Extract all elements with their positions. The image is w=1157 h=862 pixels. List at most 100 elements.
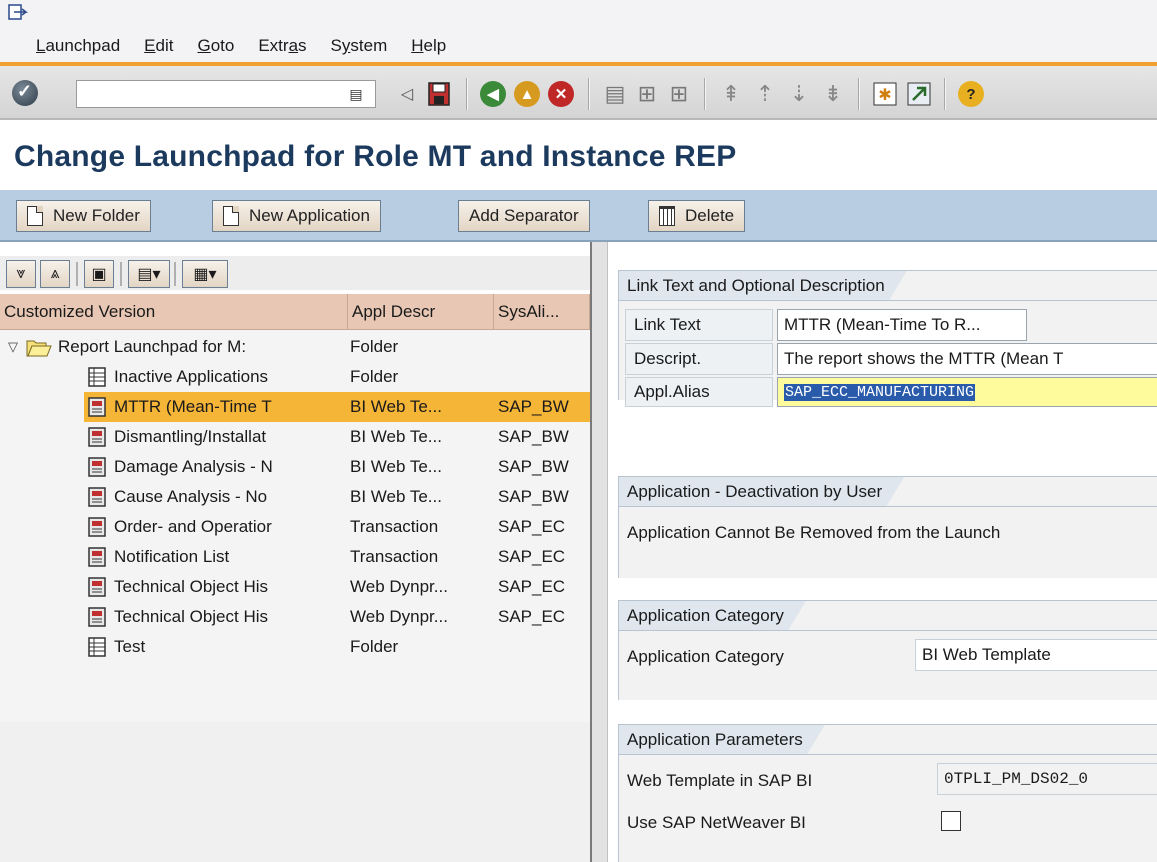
new-document-icon — [27, 206, 43, 226]
group-title: Application Parameters — [619, 725, 825, 755]
shortcut-icon[interactable] — [904, 78, 934, 110]
next-page-icon[interactable]: ⇣ — [784, 78, 814, 110]
web-template-label: Web Template in SAP BI — [627, 771, 813, 790]
appl-alias-label: Appl.Alias — [625, 377, 773, 407]
pane-splitter[interactable] — [590, 242, 608, 862]
tree-empty-area — [0, 722, 590, 862]
report-icon — [88, 397, 106, 417]
description-label: Descript. — [625, 343, 773, 375]
tree-node[interactable]: Cause Analysis - No BI Web Te... SAP_BW — [0, 482, 590, 512]
tree-node-selected[interactable]: MTTR (Mean-Time T BI Web Te... SAP_BW — [0, 392, 590, 422]
exit-icon[interactable]: ▲ — [512, 78, 542, 110]
find-next-icon[interactable]: ⊞ — [664, 78, 694, 110]
web-template-field[interactable]: 0TPLI_PM_DS02_0 — [937, 763, 1157, 795]
description-field[interactable]: The report shows the MTTR (Mean T — [777, 343, 1157, 375]
group-title: Application Category — [619, 601, 806, 631]
menu-bar: Launchpad Edit Goto Extras System Help — [0, 0, 1157, 62]
expand-all-icon[interactable]: ⩔ — [6, 260, 36, 288]
detail-pane: Link Text and Optional Description Link … — [608, 242, 1157, 862]
first-page-icon[interactable]: ⇞ — [716, 78, 746, 110]
delete-button[interactable]: Delete — [648, 200, 746, 232]
find-icon[interactable]: ▣ — [84, 260, 114, 288]
new-session-icon[interactable]: ✱ — [870, 78, 900, 110]
link-text-label: Link Text — [625, 309, 773, 341]
report-icon — [88, 547, 106, 567]
tree-body: ▽ Report Launchpad for M: Folder Inactiv… — [0, 330, 590, 722]
use-netweaver-label: Use SAP NetWeaver BI — [627, 813, 806, 832]
command-field[interactable] — [76, 80, 376, 108]
back-icon[interactable]: ◀ — [478, 78, 508, 110]
application-category-field[interactable]: BI Web Template — [915, 639, 1157, 671]
group-title: Application - Deactivation by User — [619, 477, 904, 507]
application-parameters-group: Application Parameters Web Template in S… — [618, 724, 1157, 862]
tree-toolbar: ⩔ ⩓ ▣ ▤▾ ▦▾ — [0, 256, 590, 290]
use-netweaver-checkbox[interactable] — [941, 811, 961, 831]
tree-node[interactable]: Test Folder — [0, 632, 590, 662]
trash-icon — [659, 206, 675, 226]
tree-node[interactable]: Order- and Operatior Transaction SAP_EC — [0, 512, 590, 542]
group-title: Link Text and Optional Description — [619, 271, 907, 301]
collapse-node-icon[interactable]: ▽ — [8, 339, 18, 355]
new-application-button[interactable]: New Application — [212, 200, 381, 232]
application-category-label: Application Category — [627, 647, 784, 666]
prev-page-icon[interactable]: ⇡ — [750, 78, 780, 110]
menu-system[interactable]: System — [331, 36, 388, 56]
link-text-field[interactable]: MTTR (Mean-Time To R... — [777, 309, 1027, 341]
folder-table-icon — [88, 367, 106, 387]
tree-node[interactable]: Damage Analysis - N BI Web Te... SAP_BW — [0, 452, 590, 482]
deactivation-group: Application - Deactivation by User Appli… — [618, 476, 1157, 578]
menu-items: Launchpad Edit Goto Extras System Help — [36, 36, 446, 56]
column-header-sysalias[interactable]: SysAli... — [494, 294, 590, 330]
add-separator-button[interactable]: Add Separator — [458, 200, 590, 232]
column-header-customized-version[interactable]: Customized Version — [0, 294, 348, 330]
standard-toolbar: ▤ ◁ ◀ ▲ ✕ ▤ ⊞ ⊞ ⇞ ⇡ ⇣ ⇟ ✱ ? — [0, 62, 1157, 120]
tree-column-headers: Customized Version Appl Descr SysAli... — [0, 294, 590, 330]
collapse-all-icon[interactable]: ⩓ — [40, 260, 70, 288]
report-icon — [88, 457, 106, 477]
tree-node[interactable]: Notification List Transaction SAP_EC — [0, 542, 590, 572]
enter-icon[interactable] — [12, 80, 38, 106]
tree-node[interactable]: Technical Object His Web Dynpr... SAP_EC — [0, 602, 590, 632]
new-folder-button[interactable]: New Folder — [16, 200, 151, 232]
report-icon — [88, 607, 106, 627]
save-icon[interactable] — [424, 78, 454, 110]
system-menu-icon[interactable] — [8, 4, 28, 22]
command-input[interactable] — [77, 81, 375, 107]
svg-text:✱: ✱ — [878, 85, 891, 104]
report-icon — [88, 517, 106, 537]
tree-node[interactable]: Dismantling/Installat BI Web Te... SAP_B… — [0, 422, 590, 452]
report-icon — [88, 427, 106, 447]
tree-node[interactable]: Technical Object His Web Dynpr... SAP_EC — [0, 572, 590, 602]
new-document-icon — [223, 206, 239, 226]
menu-extras[interactable]: Extras — [258, 36, 306, 56]
deactivation-text: Application Cannot Be Removed from the L… — [627, 523, 1001, 542]
layout-menu-icon[interactable]: ▦▾ — [182, 260, 228, 288]
menu-launchpad[interactable]: Launchpad — [36, 36, 120, 56]
last-page-icon[interactable]: ⇟ — [818, 78, 848, 110]
print-icon[interactable]: ▤ — [600, 78, 630, 110]
launchpad-tree-pane: ⩔ ⩓ ▣ ▤▾ ▦▾ Customized Version Appl Desc… — [0, 242, 590, 862]
open-folder-icon — [26, 340, 52, 357]
menu-goto[interactable]: Goto — [197, 36, 234, 56]
find-icon[interactable]: ⊞ — [632, 78, 662, 110]
folder-table-icon — [88, 637, 106, 657]
title-bar: Change Launchpad for Role MT and Instanc… — [0, 120, 1157, 190]
application-category-group: Application Category Application Categor… — [618, 600, 1157, 700]
link-text-group: Link Text and Optional Description Link … — [618, 270, 1157, 407]
column-header-appl-descr[interactable]: Appl Descr — [348, 294, 494, 330]
report-icon — [88, 487, 106, 507]
tree-root-node[interactable]: ▽ Report Launchpad for M: Folder — [0, 332, 590, 362]
print-menu-icon[interactable]: ▤▾ — [128, 260, 170, 288]
menu-edit[interactable]: Edit — [144, 36, 173, 56]
command-history-icon[interactable]: ▤ — [346, 82, 366, 106]
report-icon — [88, 577, 106, 597]
back-arrow-icon[interactable]: ◁ — [392, 78, 422, 110]
help-icon[interactable]: ? — [956, 78, 986, 110]
appl-alias-selected-text: SAP_ECC_MANUFACTURING — [784, 383, 976, 401]
appl-alias-field[interactable]: SAP_ECC_MANUFACTURING — [777, 377, 1157, 407]
page-title: Change Launchpad for Role MT and Instanc… — [14, 140, 737, 173]
menu-help[interactable]: Help — [411, 36, 446, 56]
tree-node[interactable]: Inactive Applications Folder — [0, 362, 590, 392]
application-toolbar: New Folder New Application Add Separator… — [0, 190, 1157, 242]
cancel-icon[interactable]: ✕ — [546, 78, 576, 110]
